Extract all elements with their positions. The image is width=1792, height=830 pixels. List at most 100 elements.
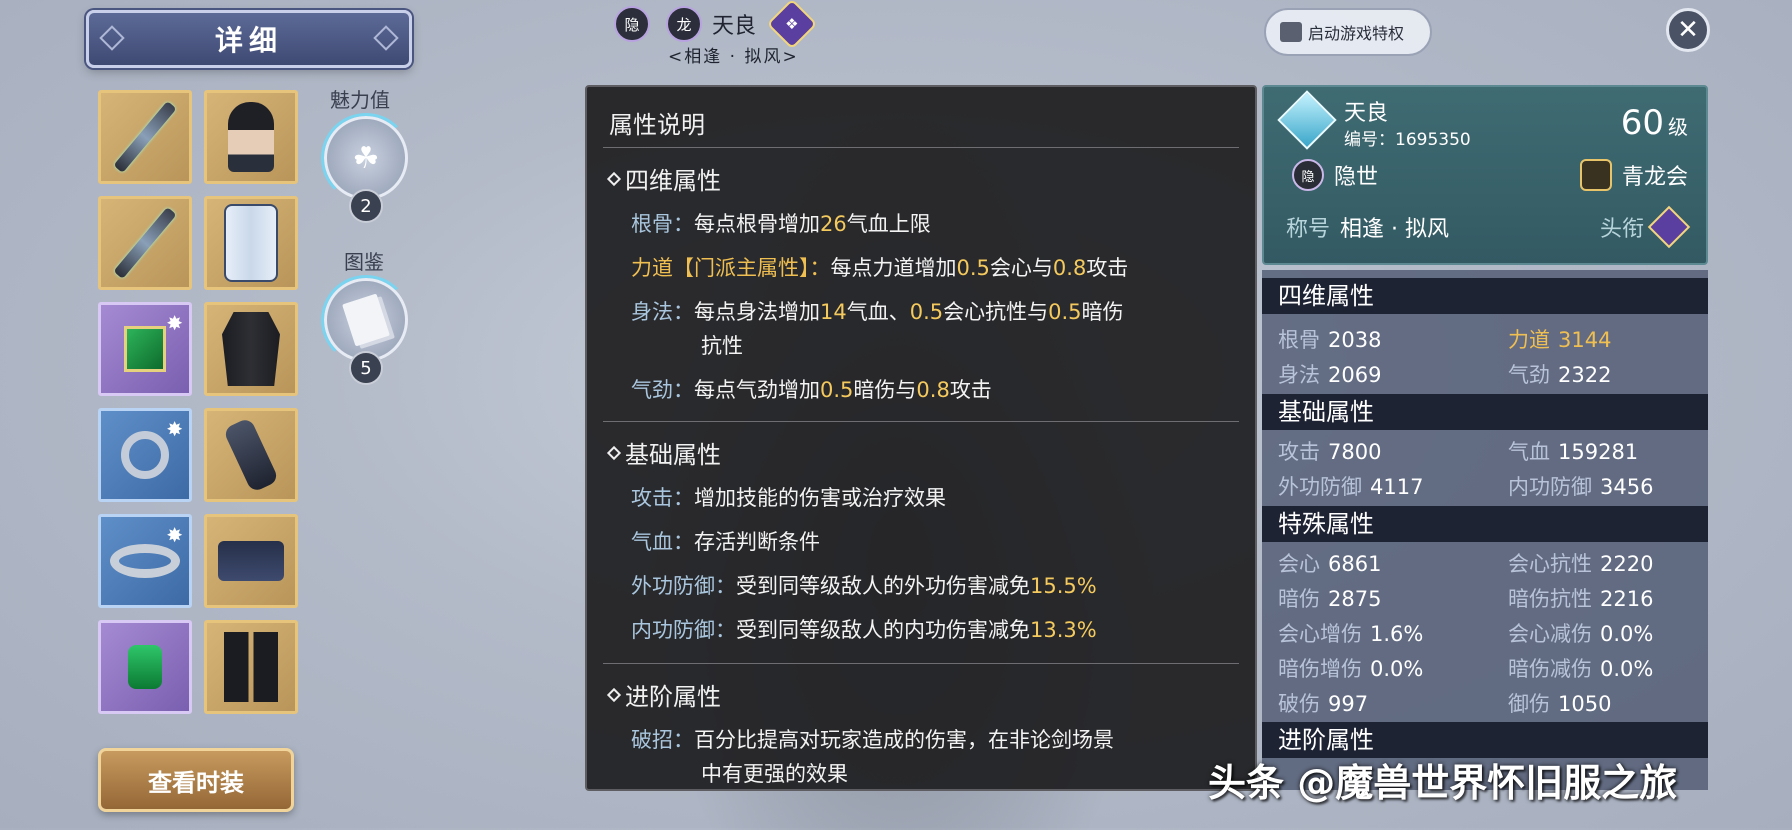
desc-title: 属性说明 [609, 111, 705, 139]
codex-count: 5 [349, 351, 383, 385]
view-fashion-button[interactable]: 查看时装 [98, 748, 294, 812]
desc-row-genggu: 根骨：每点根骨增加26气血上限 [631, 212, 931, 236]
rank-row[interactable]: 头衔 [1599, 205, 1691, 249]
top-player-title: <相逢 · 拟风> [668, 47, 799, 67]
diamond-icon [606, 171, 622, 186]
title-row: 称号 相逢 · 拟风 [1286, 211, 1449, 243]
guild-dragon-icon [1579, 159, 1612, 191]
stat-lidao: 力道 3144 [1508, 328, 1612, 352]
stats-head-four: 四维属性 [1262, 278, 1708, 314]
jade-icon [124, 326, 166, 372]
equip-slot-belt[interactable] [204, 514, 298, 608]
stats-head-special: 特殊属性 [1262, 506, 1708, 542]
divider [603, 147, 1239, 148]
equip-slot-weapon[interactable] [98, 90, 192, 184]
divider [603, 663, 1239, 664]
desc-row-inner-def: 内功防御：受到同等级敌人的内功伤害减免13.3% [631, 618, 1097, 642]
charm-label: 魅力值 [330, 88, 390, 112]
sword-icon [113, 100, 177, 174]
close-button[interactable]: ✕ [1666, 8, 1710, 52]
desc-row-pozhao-cont: 中有更强的效果 [701, 762, 848, 786]
equip-slot-head[interactable] [204, 90, 298, 184]
sparkle-icon: ✸ [166, 417, 183, 441]
gift-icon [1280, 22, 1302, 42]
stat-shenfa: 身法 2069 [1278, 363, 1382, 387]
stat-hidden-dmg: 暗伤 2875 [1278, 587, 1382, 611]
dragon-rank-icon [1647, 205, 1691, 249]
codex-button[interactable] [321, 275, 411, 365]
stat-pierce: 破伤 997 [1278, 692, 1369, 716]
desc-row-pozhao: 破招：百分比提高对玩家造成的伤害，在非论剑场景 [631, 728, 1114, 752]
stat-hidden-resist: 暗伤抗性 2216 [1508, 587, 1654, 611]
equip-slot-green-pendant[interactable] [98, 620, 192, 714]
codex-label: 图鉴 [344, 250, 384, 274]
stat-crit-dmg-down: 会心减伤 0.0% [1508, 622, 1654, 646]
stat-hp: 气血 159281 [1508, 440, 1639, 464]
ring-icon [121, 431, 169, 479]
desc-section-basic: 基础属性 [606, 435, 721, 470]
stat-genggu: 根骨 2038 [1278, 328, 1382, 352]
attribute-description-panel[interactable]: 属性说明 四维属性 根骨：每点根骨增加26气血上限 力道【门派主属性】：每点力道… [585, 85, 1257, 791]
diamond-icon [606, 687, 622, 702]
stat-guard: 御伤 1050 [1508, 692, 1612, 716]
hidden-sect-badge: 隐 [614, 6, 650, 42]
page-title: 详细 [214, 24, 283, 57]
pendant-icon [128, 645, 162, 689]
title-label: 称号 [1286, 217, 1331, 242]
watermark-text: 头条 @魔兽世界怀旧服之旅 [1208, 761, 1678, 805]
equip-slot-ring[interactable]: ✸ [98, 408, 192, 502]
stat-crit-resist: 会心抗性 2220 [1508, 552, 1654, 576]
top-player-name: 天良 [712, 14, 757, 39]
boots-icon [224, 632, 278, 702]
equip-slot-jade-pendant[interactable]: ✸ [98, 302, 192, 396]
glove-icon [222, 416, 280, 494]
divider [603, 421, 1239, 422]
stats-head-basic: 基础属性 [1262, 394, 1708, 430]
chest-armor-icon [224, 204, 278, 282]
equip-slot-sub-weapon[interactable] [98, 196, 192, 290]
desc-section-four: 四维属性 [606, 161, 721, 196]
stat-crit-dmg-up: 会心增伤 1.6% [1278, 622, 1424, 646]
detail-header: 详细 [86, 10, 412, 68]
robe-icon [222, 312, 280, 386]
head-portrait-icon [228, 102, 274, 172]
stat-crit: 会心 6861 [1278, 552, 1382, 576]
guild-row[interactable]: 青龙会 [1579, 159, 1688, 191]
blade-icon [113, 206, 177, 280]
sparkle-icon: ✸ [166, 311, 183, 335]
dragon-title-badge: 龙 [666, 6, 702, 42]
stat-hidden-dmg-up: 暗伤增伤 0.0% [1278, 657, 1424, 681]
desc-row-shenfa: 身法：每点身法增加14气血、0.5会心抗性与0.5暗伤 [631, 300, 1124, 324]
diamond-icon [606, 445, 622, 460]
desc-row-hp: 气血：存活判断条件 [631, 530, 820, 554]
rank-label: 头衔 [1599, 217, 1644, 242]
character-level: 60 级 [1620, 103, 1688, 143]
privilege-label: 启动游戏特权 [1308, 24, 1405, 43]
equip-slot-robe[interactable] [204, 302, 298, 396]
ornament-icon [99, 25, 125, 51]
stat-outer-def: 外功防御 4117 [1278, 475, 1424, 499]
sparkle-icon: ✸ [166, 523, 183, 547]
desc-row-attack: 攻击：增加技能的伤害或治疗效果 [631, 486, 946, 510]
game-privilege-button[interactable]: 启动游戏特权 [1264, 8, 1432, 56]
equip-slot-bracelet[interactable]: ✸ [98, 514, 192, 608]
desc-section-advanced: 进阶属性 [606, 677, 721, 712]
stat-qijin: 气劲 2322 [1508, 363, 1612, 387]
belt-icon [218, 541, 284, 581]
school-emblem-icon [1277, 90, 1337, 150]
desc-row-qijin: 气劲：每点气劲增加0.5暗伤与0.8攻击 [631, 378, 992, 402]
equip-slot-glove[interactable] [204, 408, 298, 502]
character-card: 天良 编号：1695350 60 级 隐 隐世 青龙会 称号 相逢 · 拟风 头衔 [1262, 85, 1708, 265]
stat-attack: 攻击 7800 [1278, 440, 1382, 464]
stats-panel[interactable]: 四维属性 根骨 2038 力道 3144 身法 2069 气劲 2322 基础属性 攻击… [1262, 270, 1708, 790]
equip-slot-boots[interactable] [204, 620, 298, 714]
guild-name: 青龙会 [1621, 165, 1688, 190]
equip-slot-chest[interactable] [204, 196, 298, 290]
charm-count: 2 [349, 189, 383, 223]
desc-row-outer-def: 外功防御：受到同等级敌人的外功伤害减免15.5% [631, 574, 1097, 598]
title-value: 相逢 · 拟风 [1340, 217, 1449, 242]
stat-hidden-dmg-down: 暗伤减伤 0.0% [1508, 657, 1654, 681]
hidden-school-icon: 隐 [1292, 159, 1324, 191]
school-name: 隐世 [1334, 165, 1379, 190]
charm-button[interactable]: ☘ [321, 113, 411, 203]
